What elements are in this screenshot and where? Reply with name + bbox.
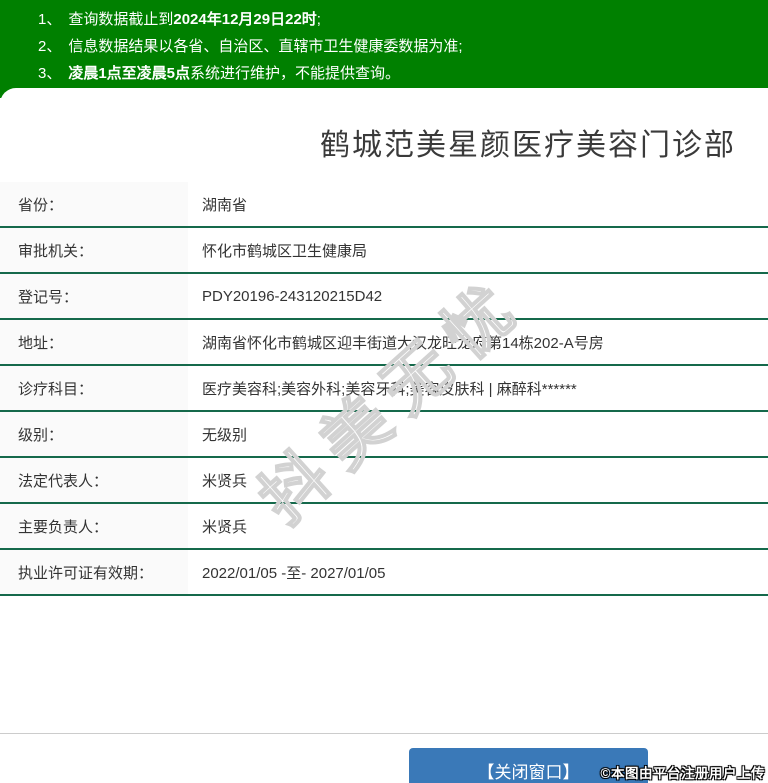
- notice-text-bold: 2024年12月29日22时: [173, 11, 317, 28]
- table-row-main-person-in-charge: 主要负责人： 米贤兵: [0, 504, 768, 550]
- row-value: 湖南省怀化市鹤城区迎丰街道大汉龙旺龙府第14栋202-A号房: [202, 334, 604, 352]
- row-label: 诊疗科目：: [0, 366, 188, 410]
- notice-number: 3、: [38, 65, 62, 82]
- footer-divider: [0, 733, 768, 734]
- notice-banner: 1、 查询数据截止到2024年12月29日22时; 2、 信息数据结果以各省、自治区…: [0, 0, 768, 98]
- table-row-registration-number: 登记号： PDY20196-243120215D42: [0, 274, 768, 320]
- notice-number: 1、: [38, 11, 62, 28]
- row-label: 级别：: [0, 412, 188, 456]
- row-value: 怀化市鹤城区卫生健康局: [202, 242, 368, 260]
- row-label: 执业许可证有效期：: [0, 550, 188, 594]
- row-value: 无级别: [202, 426, 248, 444]
- notice-text: 查询数据截止到: [68, 11, 174, 28]
- row-label: 省份：: [0, 182, 188, 226]
- notice-line-3: 3、 凌晨1点至凌晨5点系统进行维护，不能提供查询。: [38, 60, 768, 87]
- table-row-legal-representative: 法定代表人： 米贤兵: [0, 458, 768, 504]
- upload-copyright-stamp: ©本图由平台注册用户上传: [600, 766, 765, 781]
- notice-text: 信息数据结果以各省、自治区、直辖市卫生健康委数据为准;: [68, 38, 463, 55]
- notice-line-2: 2、 信息数据结果以各省、自治区、直辖市卫生健康委数据为准;: [38, 33, 768, 60]
- row-label: 法定代表人：: [0, 458, 188, 502]
- row-value: PDY20196-243120215D42: [202, 287, 383, 305]
- row-value: 2022/01/05 -至- 2027/01/05: [202, 564, 386, 582]
- notice-text: ;: [316, 11, 321, 28]
- row-value: 米贤兵: [202, 518, 248, 536]
- row-label: 登记号：: [0, 274, 188, 318]
- notice-number: 2、: [38, 38, 62, 55]
- notice-text: 系统进行维护，不能提供查询。: [190, 65, 401, 82]
- table-row-license-validity: 执业许可证有效期： 2022/01/05 -至- 2027/01/05: [0, 550, 768, 596]
- row-value: 米贤兵: [202, 472, 248, 490]
- notice-line-1: 1、 查询数据截止到2024年12月29日22时;: [38, 6, 768, 33]
- institution-title: 鹤城范美星颜医疗美容门诊部: [320, 129, 736, 162]
- query-result-page: 1、 查询数据截止到2024年12月29日22时; 2、 信息数据结果以各省、自治区…: [0, 0, 768, 783]
- row-label: 审批机关：: [0, 228, 188, 272]
- row-value: 湖南省: [202, 196, 248, 214]
- row-value: 医疗美容科;美容外科;美容牙科;美容皮肤科 | 麻醉科******: [202, 380, 577, 398]
- table-row-address: 地址： 湖南省怀化市鹤城区迎丰街道大汉龙旺龙府第14栋202-A号房: [0, 320, 768, 366]
- institution-info-table: 省份： 湖南省 审批机关： 怀化市鹤城区卫生健康局 登记号： PDY20196-…: [0, 182, 768, 596]
- table-row-level: 级别： 无级别: [0, 412, 768, 458]
- result-card: 鹤城范美星颜医疗美容门诊部 省份： 湖南省 审批机关： 怀化市鹤城区卫生健康局 …: [0, 88, 768, 733]
- table-row-province: 省份： 湖南省: [0, 182, 768, 228]
- row-label: 主要负责人：: [0, 504, 188, 548]
- notice-text-bold: 凌晨1点至凌晨5点: [68, 65, 191, 82]
- table-row-approval-authority: 审批机关： 怀化市鹤城区卫生健康局: [0, 228, 768, 274]
- table-row-treatment-subjects: 诊疗科目： 医疗美容科;美容外科;美容牙科;美容皮肤科 | 麻醉科******: [0, 366, 768, 412]
- row-label: 地址：: [0, 320, 188, 364]
